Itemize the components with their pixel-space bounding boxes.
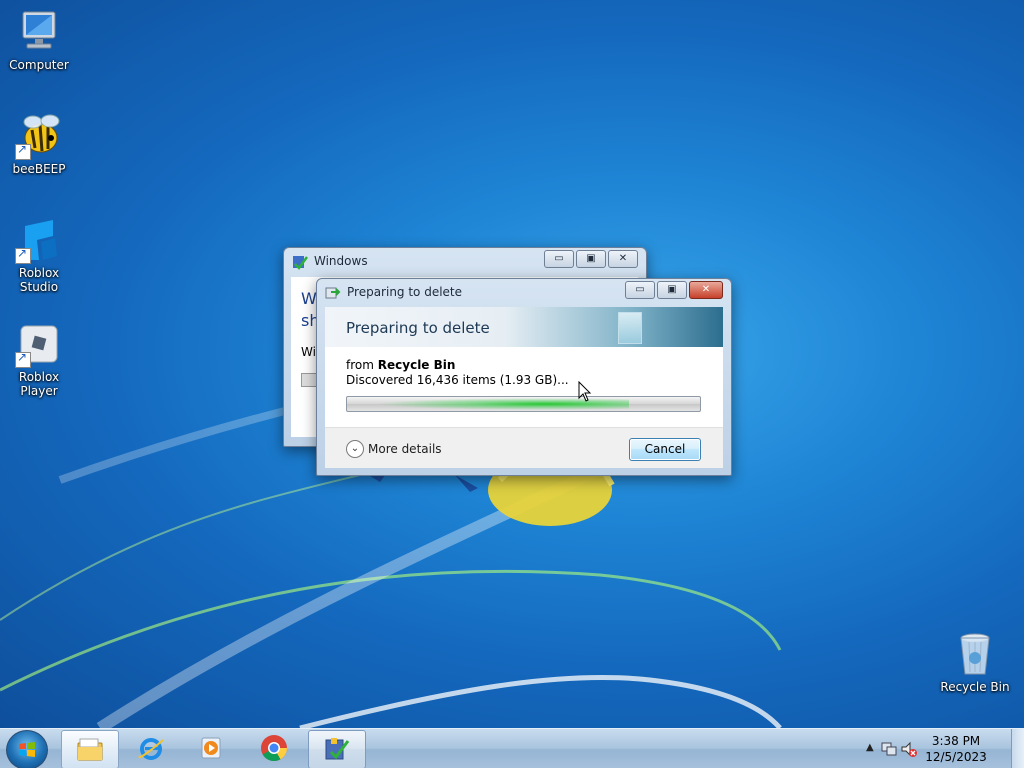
- minimize-button[interactable]: ▭: [544, 250, 574, 268]
- desktop-icon-roblox-player[interactable]: Roblox Player: [1, 320, 77, 398]
- body-text: Wi: [301, 345, 316, 359]
- system-tray: ▲ 3:38 PM 12/5/2023: [854, 729, 1024, 768]
- source-line: from Recycle Bin: [346, 358, 455, 372]
- clock-date[interactable]: 12/5/2023: [916, 750, 996, 764]
- minimize-icon: ▭: [635, 284, 645, 295]
- desktop-icon-beebeep[interactable]: beeBEEP: [1, 112, 77, 176]
- close-icon: ✕: [618, 253, 628, 264]
- desktop-icon-recycle-bin[interactable]: Recycle Bin: [937, 630, 1013, 694]
- desktop-icon-label: beeBEEP: [12, 162, 66, 176]
- banner-graphic: [618, 312, 642, 344]
- dialog-footer: ⌄ More details Cancel: [325, 427, 723, 468]
- mouse-cursor-icon: [578, 381, 592, 402]
- file-operation-icon: [325, 738, 350, 760]
- window-title: Preparing to delete: [347, 285, 463, 299]
- show-hidden-icons-icon[interactable]: ▲: [866, 742, 874, 753]
- title-bar[interactable]: Windows ▭ ▣ ✕: [284, 248, 646, 276]
- progress-bar: [346, 396, 701, 412]
- discovered-status: Discovered 16,436 items (1.93 GB)...: [346, 373, 569, 387]
- minimize-icon: ▭: [554, 253, 564, 264]
- network-icon[interactable]: [880, 740, 898, 758]
- shortcut-arrow-icon: [15, 246, 31, 264]
- roblox-player-icon: [15, 320, 63, 368]
- desktop-icon-computer[interactable]: Computer: [1, 8, 77, 72]
- taskbar: ▲ 3:38 PM 12/5/2023: [0, 728, 1024, 768]
- bee-icon: [15, 112, 63, 160]
- taskbar-media-player[interactable]: [184, 730, 240, 767]
- from-prefix: from: [346, 358, 374, 372]
- recycle-bin-icon: [951, 630, 999, 678]
- from-location: Recycle Bin: [377, 358, 456, 372]
- taskbar-file-operation[interactable]: [308, 730, 366, 768]
- roblox-studio-icon: [15, 216, 63, 264]
- close-button[interactable]: ✕: [608, 250, 638, 268]
- maximize-icon: ▣: [667, 284, 677, 295]
- window-title: Windows: [314, 254, 368, 268]
- desktop-icon-label: Roblox Studio: [18, 266, 60, 294]
- maximize-button[interactable]: ▣: [657, 281, 687, 299]
- desktop-icon-label: Recycle Bin: [940, 680, 1010, 694]
- show-desktop-button[interactable]: [1011, 729, 1024, 768]
- computer-icon: [15, 8, 63, 56]
- dialog-heading: Preparing to delete: [346, 319, 490, 337]
- chevron-down-icon: ⌄: [346, 440, 364, 458]
- media-player-icon: [201, 737, 221, 759]
- cancel-button[interactable]: Cancel: [629, 438, 701, 461]
- windows-app-icon: [293, 256, 308, 270]
- file-explorer-icon: [77, 738, 103, 761]
- close-icon: ✕: [701, 284, 711, 295]
- dialog-banner: Preparing to delete: [325, 307, 723, 347]
- dialog-content: Preparing to delete from Recycle Bin Dis…: [325, 307, 723, 468]
- taskbar-explorer[interactable]: [61, 730, 119, 768]
- desktop-icon-label: Computer: [9, 58, 69, 72]
- file-operation-icon: [325, 287, 341, 299]
- desktop-icon-roblox-studio[interactable]: Roblox Studio: [1, 216, 77, 294]
- heading-text: W: [301, 289, 317, 308]
- more-details-toggle[interactable]: ⌄ More details: [346, 440, 442, 458]
- title-bar[interactable]: Preparing to delete ▭ ▣ ✕: [317, 279, 731, 307]
- preparing-to-delete-dialog[interactable]: Preparing to delete ▭ ▣ ✕ Preparing to d…: [316, 278, 732, 476]
- maximize-button[interactable]: ▣: [576, 250, 606, 268]
- shortcut-arrow-icon: [15, 142, 31, 160]
- chrome-icon: [261, 735, 288, 762]
- more-details-label: More details: [368, 442, 442, 456]
- clock-time[interactable]: 3:38 PM: [916, 734, 996, 748]
- minimize-button[interactable]: ▭: [625, 281, 655, 299]
- shortcut-arrow-icon: [15, 350, 31, 368]
- start-button[interactable]: [6, 730, 48, 768]
- internet-explorer-icon: [138, 738, 164, 760]
- taskbar-chrome[interactable]: [246, 730, 302, 767]
- windows-logo-icon: [19, 742, 35, 757]
- taskbar-internet-explorer[interactable]: [123, 730, 179, 767]
- maximize-icon: ▣: [586, 253, 596, 264]
- close-button[interactable]: ✕: [689, 281, 723, 299]
- desktop-icon-label: Roblox Player: [18, 370, 60, 398]
